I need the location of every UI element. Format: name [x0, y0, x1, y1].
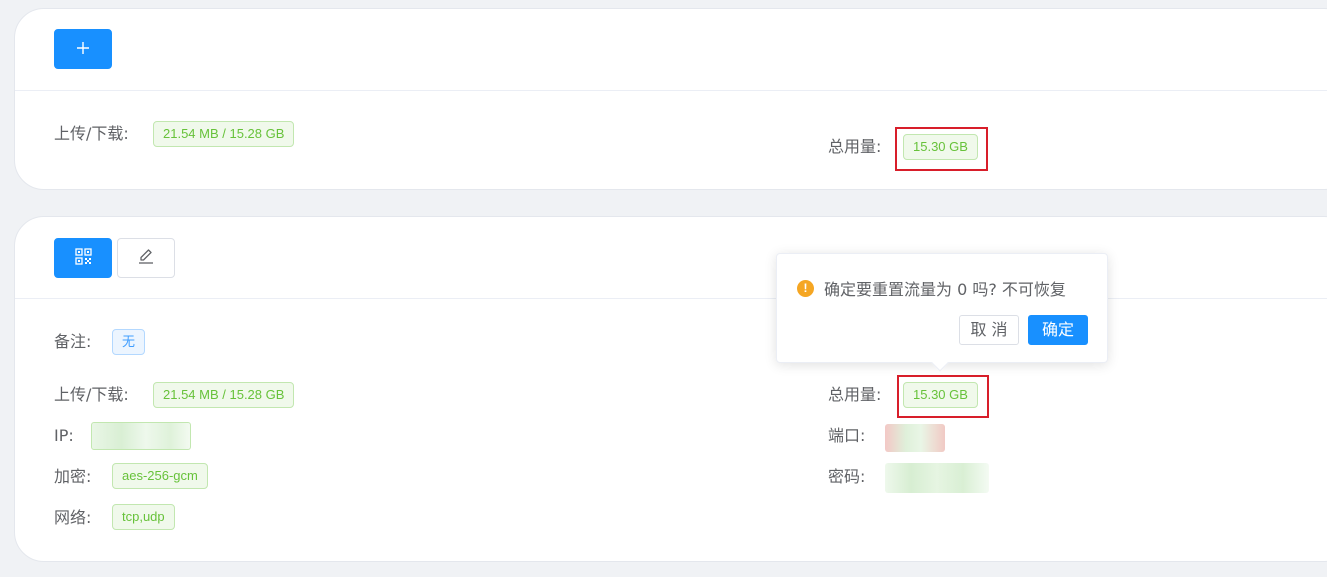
- add-button[interactable]: [54, 29, 112, 69]
- encryption-tag: aes-256-gcm: [112, 463, 208, 489]
- edit-icon: [137, 247, 155, 269]
- upload-download-label: 上传/下载:: [54, 385, 129, 404]
- ip-label: IP:: [54, 426, 74, 445]
- encryption-label: 加密:: [54, 467, 92, 486]
- edit-button[interactable]: [117, 238, 175, 278]
- highlight-box: [897, 375, 989, 418]
- warning-icon: !: [797, 280, 814, 297]
- upload-download-tag: 21.54 MB / 15.28 GB: [153, 382, 295, 408]
- popconfirm-message: 确定要重置流量为 0 吗? 不可恢复: [824, 280, 1066, 299]
- highlight-box: [895, 127, 988, 171]
- network-tag: tcp,udp: [112, 504, 175, 530]
- card-header: [15, 217, 1327, 299]
- port-value-redacted: [885, 424, 945, 452]
- qrcode-button[interactable]: [54, 238, 112, 278]
- confirm-button[interactable]: 确定: [1028, 315, 1088, 345]
- upload-download-tag: 21.54 MB / 15.28 GB: [153, 121, 295, 147]
- port-label: 端口:: [828, 426, 866, 445]
- network-label: 网络:: [54, 508, 92, 527]
- remark-tag: 无: [112, 329, 146, 355]
- qrcode-icon: [74, 247, 92, 269]
- total-usage-label: 总用量:: [828, 385, 882, 404]
- remark-label: 备注:: [54, 332, 92, 351]
- total-usage-label: 总用量:: [828, 137, 882, 156]
- card-header: [15, 9, 1327, 91]
- password-value-redacted: [885, 463, 989, 493]
- reset-traffic-popconfirm: ! 确定要重置流量为 0 吗? 不可恢复 取 消 确定: [776, 253, 1108, 372]
- password-label: 密码:: [828, 467, 866, 486]
- cancel-button[interactable]: 取 消: [959, 315, 1019, 345]
- plus-icon: [76, 40, 90, 59]
- ip-value-redacted: [91, 422, 191, 450]
- upload-download-label: 上传/下载:: [54, 124, 129, 143]
- inbound-card-1: 上传/下载: 21.54 MB / 15.28 GB 总用量: 15.30 GB: [14, 8, 1327, 190]
- inbound-card-2: 备注: 无 上传/下载: 21.54 MB / 15.28 GB 总用量: 15…: [14, 216, 1327, 562]
